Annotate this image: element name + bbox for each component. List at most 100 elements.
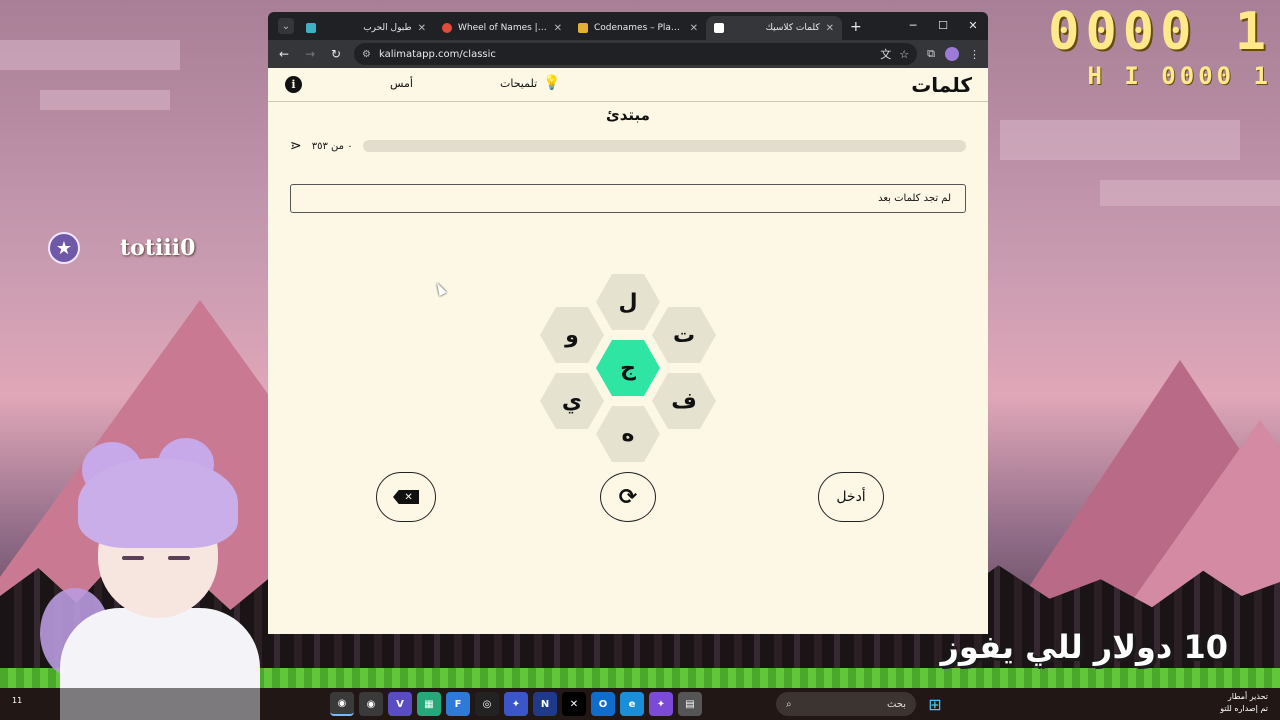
hex-letter-bottom-left[interactable]: ي [540,373,604,429]
close-tab-icon[interactable]: ✕ [690,23,698,34]
close-tab-icon[interactable]: ✕ [826,23,834,34]
search-label: بحث [886,698,906,710]
yesterday-button[interactable]: أمس [390,77,413,90]
cloud [1000,120,1240,160]
tab-favicon-icon [306,23,316,33]
reload-icon[interactable]: ↻ [328,47,344,61]
avatar-hair [78,458,238,548]
lightbulb-icon: 💡 [543,75,561,91]
maximize-icon[interactable]: ☐ [928,12,958,38]
chat-user: ★ totiii0 [48,232,195,264]
forward-icon[interactable]: → [302,47,318,61]
vtuber-avatar [40,438,260,720]
menu-kebab-icon[interactable]: ⋮ [969,48,980,61]
info-icon[interactable]: i [285,76,302,93]
tab-favicon-icon [578,23,588,33]
hex-letter-bottom[interactable]: ه [596,406,660,462]
site-logo[interactable]: كلمات [911,73,972,97]
tab-title: كلمات كلاسيك [765,23,820,33]
chrome-app-icon[interactable]: ◉ [330,692,354,716]
obs-app-icon[interactable]: ◎ [475,692,499,716]
tab-codenames[interactable]: Codenames – Play with y ✕ [570,16,706,40]
weather-notification[interactable]: تحذير أمطار تم إصداره للتو [1220,691,1268,715]
delete-backspace-icon: ✕ [393,490,419,504]
hex-letter-top-left[interactable]: و [540,307,604,363]
cloud [1100,180,1280,206]
game-app-icon[interactable]: ▦ [417,692,441,716]
extensions-icon[interactable]: ⧉ [927,47,935,61]
tab-title: Wheel of Names | عشوائي [458,23,548,33]
delete-button[interactable]: ✕ [376,472,436,522]
tab-search-icon[interactable]: ⌄ [278,18,294,34]
tab-wheel-of-names[interactable]: Wheel of Names | عشوائي ✕ [434,16,570,40]
clock: 11 [12,696,23,705]
close-window-icon[interactable]: ✕ [958,12,988,38]
cloud [0,40,180,70]
window-controls: ─ ☐ ✕ [898,12,988,38]
tab-bar: ⌄ طبول الحرب ✕ Wheel of Names | عشوائي ✕… [268,12,988,40]
close-tab-icon[interactable]: ✕ [418,23,426,34]
edge-app-icon[interactable]: e [620,692,644,716]
back-icon[interactable]: ← [276,47,292,61]
found-words-box[interactable]: لم تجد كلمات بعد [290,184,966,213]
cloud [40,90,170,110]
letter-hive: ل و ت ج ي ف ه [538,274,718,464]
page-header: كلمات 💡 تلميحات أمس i [268,68,988,102]
shuffle-icon: ⟳ [618,484,638,510]
search-icon: ⌕ [786,698,792,710]
tab-kalimat-classic[interactable]: كلمات كلاسيك ✕ [706,16,842,40]
game-score: 0000 1 [1048,2,1272,62]
progress-bar [362,140,966,152]
new-tab-button[interactable]: + [850,19,862,35]
outlook-app-icon[interactable]: O [591,692,615,716]
avatar-eye [122,556,144,560]
tab-title: Codenames – Play with y [594,23,684,33]
score-text: ٠ من ٣٥٣ [311,140,353,152]
kalimat-page: كلمات 💡 تلميحات أمس i مبتدئ ٠ من ٣٥٣ ⋖ ل… [268,68,988,634]
tab-drums-of-war[interactable]: طبول الحرب ✕ [298,16,434,40]
files-app-icon[interactable]: ▤ [678,692,702,716]
weather-warning-title: تحذير أمطار [1227,692,1268,701]
chat-username: totiii0 [120,235,196,261]
hex-letter-top[interactable]: ل [596,274,660,330]
browser-toolbar: ← → ↻ ⚙ kalimatapp.com/classic 文 ☆ ⧉ ⋮ [268,40,988,68]
site-info-icon[interactable]: ⚙ [362,49,371,60]
share-icon[interactable]: ⋖ [290,138,302,154]
found-words-text: لم تجد كلمات بعد [878,193,951,204]
shuffle-button[interactable]: ⟳ [600,472,656,522]
game-hiscore: H I 0000 1 [1087,62,1272,90]
progress-row: ٠ من ٣٥٣ ⋖ [290,138,966,154]
hex-letter-bottom-right[interactable]: ف [652,373,716,429]
hints-button[interactable]: 💡 تلميحات [500,75,561,91]
copilot-app-icon[interactable]: ✦ [649,692,673,716]
weather-warning-subtitle: تم إصداره للتو [1220,704,1268,713]
url-text[interactable]: kalimatapp.com/classic [379,49,872,60]
chrome-app-icon[interactable]: ◉ [359,692,383,716]
translate-icon[interactable]: 文 [880,46,891,62]
notion-app-icon[interactable]: N [533,692,557,716]
taskbar-apps: ◉ ◉ V ▦ F ◎ ✦ N ✕ O e ✦ ▤ [330,692,702,716]
avatar-eye [168,556,190,560]
copilot-app-icon[interactable]: ✦ [504,692,528,716]
hex-letter-top-right[interactable]: ت [652,307,716,363]
close-tab-icon[interactable]: ✕ [554,23,562,34]
vscode-app-icon[interactable]: V [388,692,412,716]
minimize-icon[interactable]: ─ [898,12,928,38]
windows-taskbar: 11 ◉ ◉ V ▦ F ◎ ✦ N ✕ O e ✦ ▤ بحث ⌕ ⊞ تحذ… [0,688,1280,720]
hints-label: تلميحات [500,76,538,90]
browser-window: ⌄ طبول الحرب ✕ Wheel of Names | عشوائي ✕… [268,12,988,634]
figma-app-icon[interactable]: F [446,692,470,716]
enter-button[interactable]: أدخل [818,472,884,522]
tab-favicon-icon [442,23,452,33]
bookmark-star-icon[interactable]: ☆ [899,48,909,61]
profile-avatar-icon[interactable] [945,47,959,61]
taskbar-search[interactable]: بحث ⌕ [776,692,916,716]
star-icon: ★ [48,232,80,264]
x-app-icon[interactable]: ✕ [562,692,586,716]
tab-title: طبول الحرب [363,23,412,33]
rank-title: مبتدئ [606,106,650,124]
tab-favicon-icon [714,23,724,33]
hex-letter-center[interactable]: ج [596,340,660,396]
address-bar[interactable]: ⚙ kalimatapp.com/classic 文 ☆ [354,43,918,65]
windows-start-icon[interactable]: ⊞ [924,693,946,715]
